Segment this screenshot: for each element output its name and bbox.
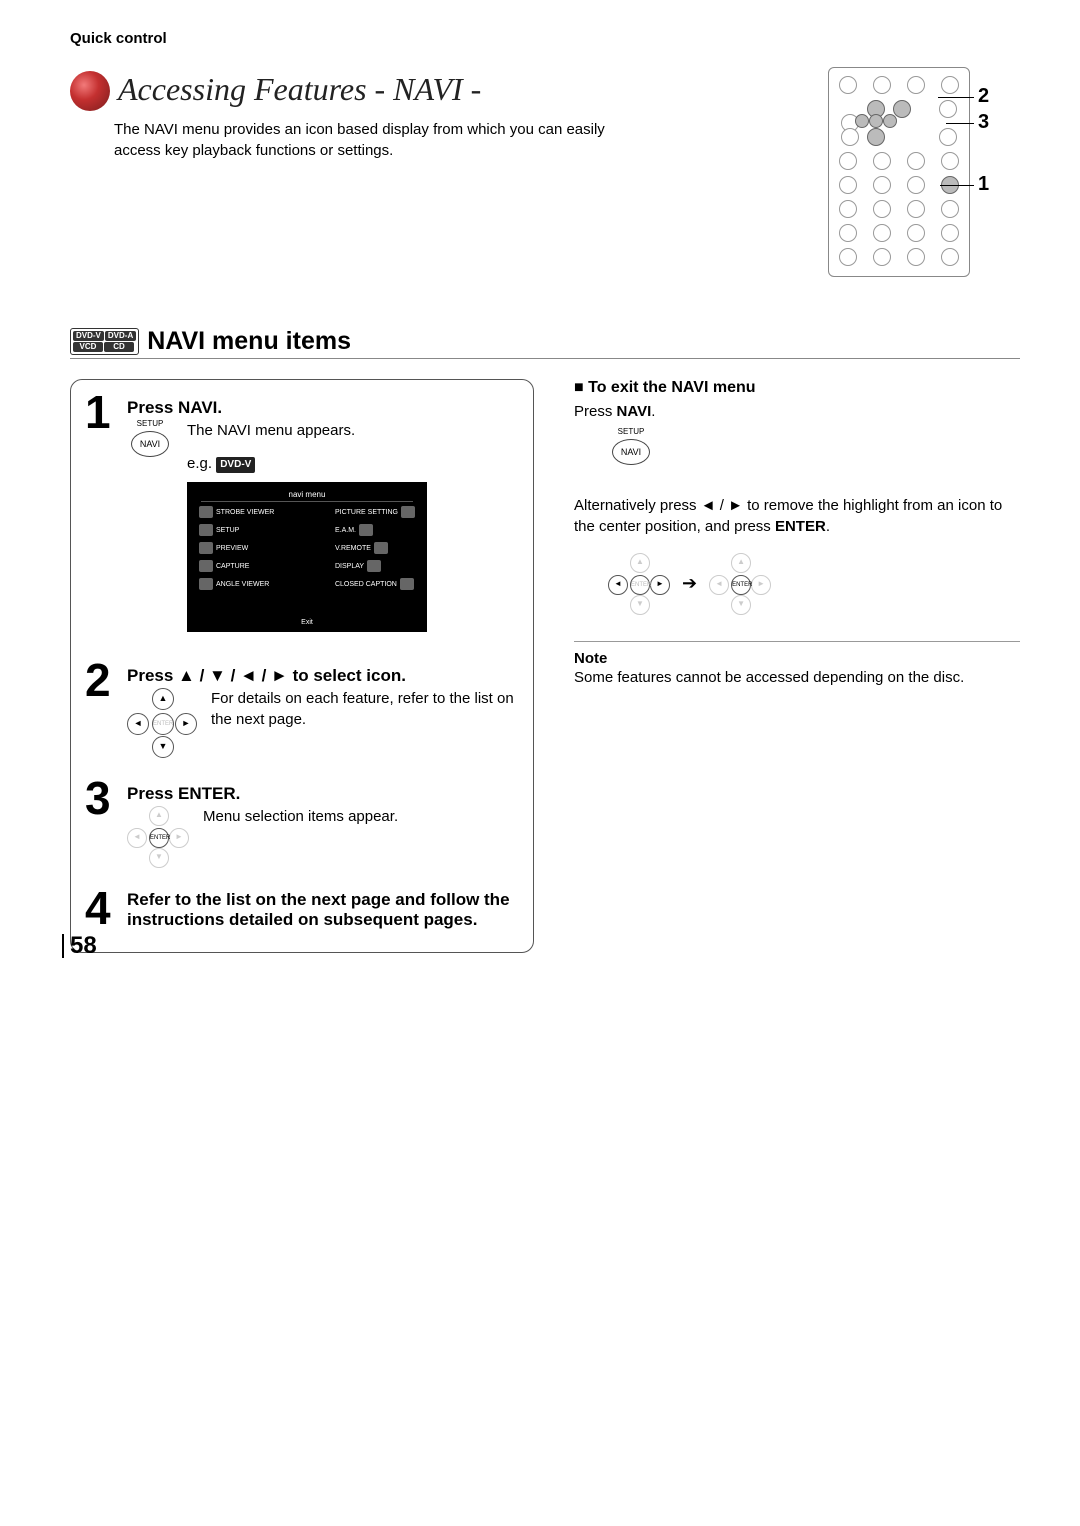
navi-button-icon: SETUP NAVI	[127, 420, 173, 457]
note-heading: Note	[574, 650, 1020, 667]
step-2: 2 Press ▲ / ▼ / ◄ / ► to select icon. ▲ …	[85, 660, 515, 758]
breadcrumb: Quick control	[70, 30, 1020, 47]
step-number: 2	[85, 660, 119, 701]
step-heading: Press ENTER.	[127, 784, 515, 804]
step-number: 4	[85, 888, 119, 929]
step-text: Menu selection items appear.	[203, 806, 515, 827]
dpad-icon: ▲ ▼ ◄ ► ENTER	[127, 688, 197, 758]
step-heading: Press ▲ / ▼ / ◄ / ► to select icon.	[127, 666, 515, 686]
callout-2: 2	[978, 85, 989, 108]
step-4: 4 Refer to the list on the next page and…	[85, 888, 515, 932]
step-number: 1	[85, 392, 119, 433]
accent-sphere-icon	[70, 71, 110, 111]
exit-text: Press NAVI.	[574, 401, 1020, 422]
step-text: The NAVI menu appears.	[187, 420, 515, 441]
navi-button-icon: SETUP NAVI	[608, 428, 654, 465]
step-heading: Refer to the list on the next page and f…	[127, 890, 515, 930]
dpad-enter-icon: ▲ ▼ ◄ ► ENTER	[127, 806, 189, 868]
callout-3: 3	[978, 111, 989, 134]
step-text: For details on each feature, refer to th…	[211, 688, 515, 730]
step-3: 3 Press ENTER. ▲ ▼ ◄ ► ENTER Menu select…	[85, 778, 515, 868]
section-heading: NAVI menu items	[147, 327, 351, 356]
remote-diagram	[828, 67, 970, 277]
step-1: 1 Press NAVI. SETUP NAVI The NAVI menu a…	[85, 392, 515, 640]
steps-panel: 1 Press NAVI. SETUP NAVI The NAVI menu a…	[70, 379, 534, 953]
disc-badge: DVD-V	[216, 457, 255, 473]
divider	[574, 641, 1020, 642]
page-title: Accessing Features - NAVI -	[118, 71, 481, 108]
disc-type-badges: DVD-V DVD-A VCD CD	[70, 328, 139, 355]
page-subtitle: The NAVI menu provides an icon based dis…	[114, 119, 654, 161]
arrow-right-icon: ➔	[682, 573, 697, 594]
step-heading: Press NAVI.	[127, 398, 515, 418]
note-text: Some features cannot be accessed dependi…	[574, 667, 1020, 688]
exit-heading: ■ To exit the NAVI menu	[574, 379, 1020, 397]
page-number: 58	[62, 934, 97, 958]
exit-alt-text: Alternatively press ◄ / ► to remove the …	[574, 495, 1020, 537]
navi-menu-screenshot: navi menu STROBE VIEWER SETUP PREVIEW CA…	[187, 482, 427, 632]
callout-1: 1	[978, 173, 989, 196]
step-number: 3	[85, 778, 119, 819]
dpad-transition-diagram: ▲ ▼ ◄ ► ENTER ➔ ▲ ▼ ◄ ► ENTER	[608, 553, 1020, 615]
